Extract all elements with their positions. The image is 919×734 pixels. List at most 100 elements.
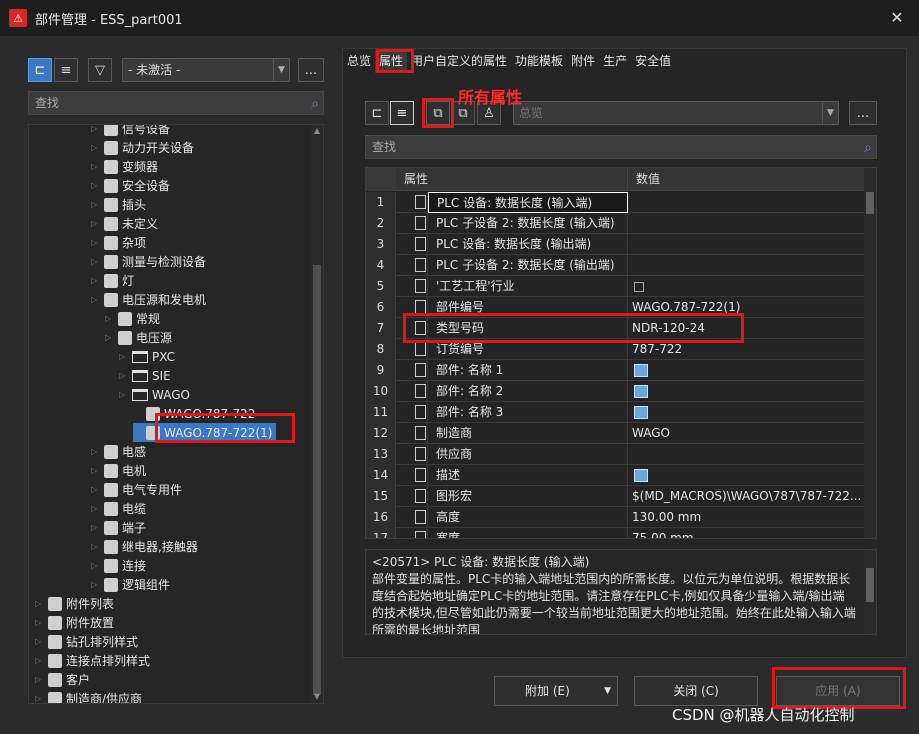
tree-item[interactable]: ▷ 附件放置	[35, 613, 114, 632]
tree-search-input[interactable]: 查找 ⌕	[28, 91, 324, 115]
scroll-down-icon[interactable]: ▼	[311, 691, 323, 703]
tree-item[interactable]: ▷ 逻辑组件	[91, 575, 170, 594]
expand-arrow-icon[interactable]: ▷	[35, 618, 45, 627]
tree-item[interactable]: ▷ 动力开关设备	[91, 138, 194, 157]
property-value[interactable]: 130.00 mm	[628, 507, 866, 528]
expand-arrow-icon[interactable]: ▷	[35, 675, 45, 684]
property-row[interactable]: 11 部件: 名称 3	[366, 402, 866, 423]
tree-item[interactable]: ▷ 制造商/供应商	[35, 689, 142, 703]
tree-item[interactable]: ▷ 灯	[91, 271, 134, 290]
property-row[interactable]: 2 PLC 子设备 2: 数据长度 (输入端)	[366, 213, 866, 234]
property-row[interactable]: 13 供应商	[366, 444, 866, 465]
property-row[interactable]: 15 图形宏 $(MD_MACROS)\WAGO\787\787-722...	[366, 486, 866, 507]
property-value[interactable]	[628, 360, 866, 381]
tree-item[interactable]: ▷ 常规	[105, 309, 160, 328]
tree-item[interactable]: ▷ 钻孔排列样式	[35, 632, 138, 651]
property-value[interactable]: 75.00 mm	[628, 528, 866, 538]
tree-item[interactable]: ▷ 插头	[91, 195, 146, 214]
extra-button[interactable]: 附加 (E) ▼	[494, 676, 618, 706]
property-row[interactable]: 16 高度 130.00 mm	[366, 507, 866, 528]
property-value[interactable]	[628, 402, 866, 423]
tree-item[interactable]: ▷ 电压源	[105, 328, 172, 347]
multilang-edit-icon[interactable]	[634, 469, 648, 482]
tree-item[interactable]: ▷ PXC	[119, 347, 175, 366]
property-row[interactable]: 10 部件: 名称 2	[366, 381, 866, 402]
property-value[interactable]	[628, 465, 866, 486]
tree-item[interactable]: ▷ 安全设备	[91, 176, 170, 195]
property-row[interactable]: 4 PLC 子设备 2: 数据长度 (输出端)	[366, 255, 866, 276]
search-icon[interactable]: ⌕	[311, 93, 319, 115]
tree-item[interactable]: ▷ 客户	[35, 670, 90, 689]
list-view-icon[interactable]: ≡	[54, 58, 78, 82]
property-row[interactable]: 1 PLC 设备: 数据长度 (输入端)	[366, 192, 866, 213]
grid-scrollbar[interactable]	[864, 168, 876, 538]
tree-view-icon[interactable]: ⊏	[28, 58, 52, 82]
property-value[interactable]: $(MD_MACROS)\WAGO\787\787-722...	[628, 486, 866, 507]
expand-arrow-icon[interactable]: ▷	[91, 580, 101, 589]
expand-arrow-icon[interactable]: ▷	[91, 200, 101, 209]
expand-arrow-icon[interactable]: ▷	[91, 125, 101, 133]
multilang-edit-icon[interactable]	[634, 406, 648, 419]
tab-item[interactable]: 总览	[343, 49, 375, 73]
expand-arrow-icon[interactable]: ▷	[91, 523, 101, 532]
expand-arrow-icon[interactable]: ▷	[91, 561, 101, 570]
property-value[interactable]	[628, 234, 866, 255]
tab-item[interactable]: 附件	[567, 49, 599, 73]
tree-item[interactable]: ▷ 信号设备	[91, 125, 170, 138]
property-set-select[interactable]: 总览 ▼	[513, 101, 839, 125]
description-scrollbar-thumb[interactable]	[866, 568, 874, 602]
expand-arrow-icon[interactable]: ▷	[91, 238, 101, 247]
filter-select[interactable]: - 未激活 - ▼	[122, 58, 290, 82]
expand-arrow-icon[interactable]: ▷	[91, 504, 101, 513]
tab-item[interactable]: 安全值	[631, 49, 675, 73]
property-row[interactable]: 9 部件: 名称 1	[366, 360, 866, 381]
tab-item[interactable]: 用户自定义的属性	[407, 49, 511, 73]
tree-item[interactable]: ▷ 电机	[91, 461, 146, 480]
tree-scrollbar[interactable]: ▲ ▼	[311, 125, 323, 703]
expand-arrow-icon[interactable]: ▷	[35, 694, 45, 703]
property-search-input[interactable]: 查找 ⌕	[365, 135, 877, 159]
tree-item[interactable]: ▷ 变频器	[91, 157, 158, 176]
expand-arrow-icon[interactable]: ▷	[91, 181, 101, 190]
property-row[interactable]: 17 宽度 75.00 mm	[366, 528, 866, 538]
expand-arrow-icon[interactable]: ▷	[105, 314, 115, 323]
tree-item[interactable]: ▷ 附件列表	[35, 594, 114, 613]
expand-arrow-icon[interactable]: ▷	[35, 656, 45, 665]
expand-arrow-icon[interactable]: ▷	[91, 276, 101, 285]
expand-arrow-icon[interactable]: ▷	[91, 257, 101, 266]
tab-item[interactable]: 功能模板	[511, 49, 567, 73]
property-value[interactable]	[628, 213, 866, 234]
filter-icon[interactable]: ▽	[88, 58, 112, 82]
expand-arrow-icon[interactable]: ▷	[119, 390, 129, 399]
column-header-attribute[interactable]: 属性	[396, 168, 628, 191]
expand-arrow-icon[interactable]: ▷	[105, 333, 115, 342]
tree-item[interactable]: ▷ SIE	[119, 366, 171, 385]
property-value[interactable]	[628, 192, 866, 213]
expand-arrow-icon[interactable]: ▷	[91, 143, 101, 152]
close-icon[interactable]: ✕	[887, 8, 907, 28]
tree-structure-icon[interactable]: ⊏	[365, 101, 389, 125]
property-row[interactable]: 3 PLC 设备: 数据长度 (输出端)	[366, 234, 866, 255]
tree-item[interactable]: ▷ 电气专用件	[91, 480, 182, 499]
property-value[interactable]	[628, 381, 866, 402]
property-row[interactable]: 5 '工艺工程'行业	[366, 276, 866, 297]
tree-item[interactable]: ▷ 电压源和发电机	[91, 290, 206, 309]
expand-arrow-icon[interactable]: ▷	[119, 371, 129, 380]
tree-item[interactable]: ▷ 继电器,接触器	[91, 537, 198, 556]
description-scrollbar[interactable]	[864, 550, 876, 634]
property-value[interactable]: WAGO	[628, 423, 866, 444]
property-value[interactable]	[628, 255, 866, 276]
expand-arrow-icon[interactable]: ▷	[91, 162, 101, 171]
property-row[interactable]: 12 制造商 WAGO	[366, 423, 866, 444]
property-set-more-button[interactable]: ...	[849, 101, 877, 125]
column-header-value[interactable]: 数值	[628, 168, 866, 191]
checkbox-icon[interactable]	[634, 281, 644, 292]
tree-scrollbar-thumb[interactable]	[313, 265, 321, 695]
tree-item[interactable]: ▷ 电缆	[91, 499, 146, 518]
close-button[interactable]: 关闭 (C)	[634, 676, 758, 706]
search-icon[interactable]: ⌕	[864, 137, 872, 159]
tree-item[interactable]: ▷ 杂项	[91, 233, 146, 252]
tree-item[interactable]: ▷ 连接点排列样式	[35, 651, 150, 670]
grid-scrollbar-thumb[interactable]	[866, 192, 874, 214]
expand-arrow-icon[interactable]: ▷	[91, 485, 101, 494]
